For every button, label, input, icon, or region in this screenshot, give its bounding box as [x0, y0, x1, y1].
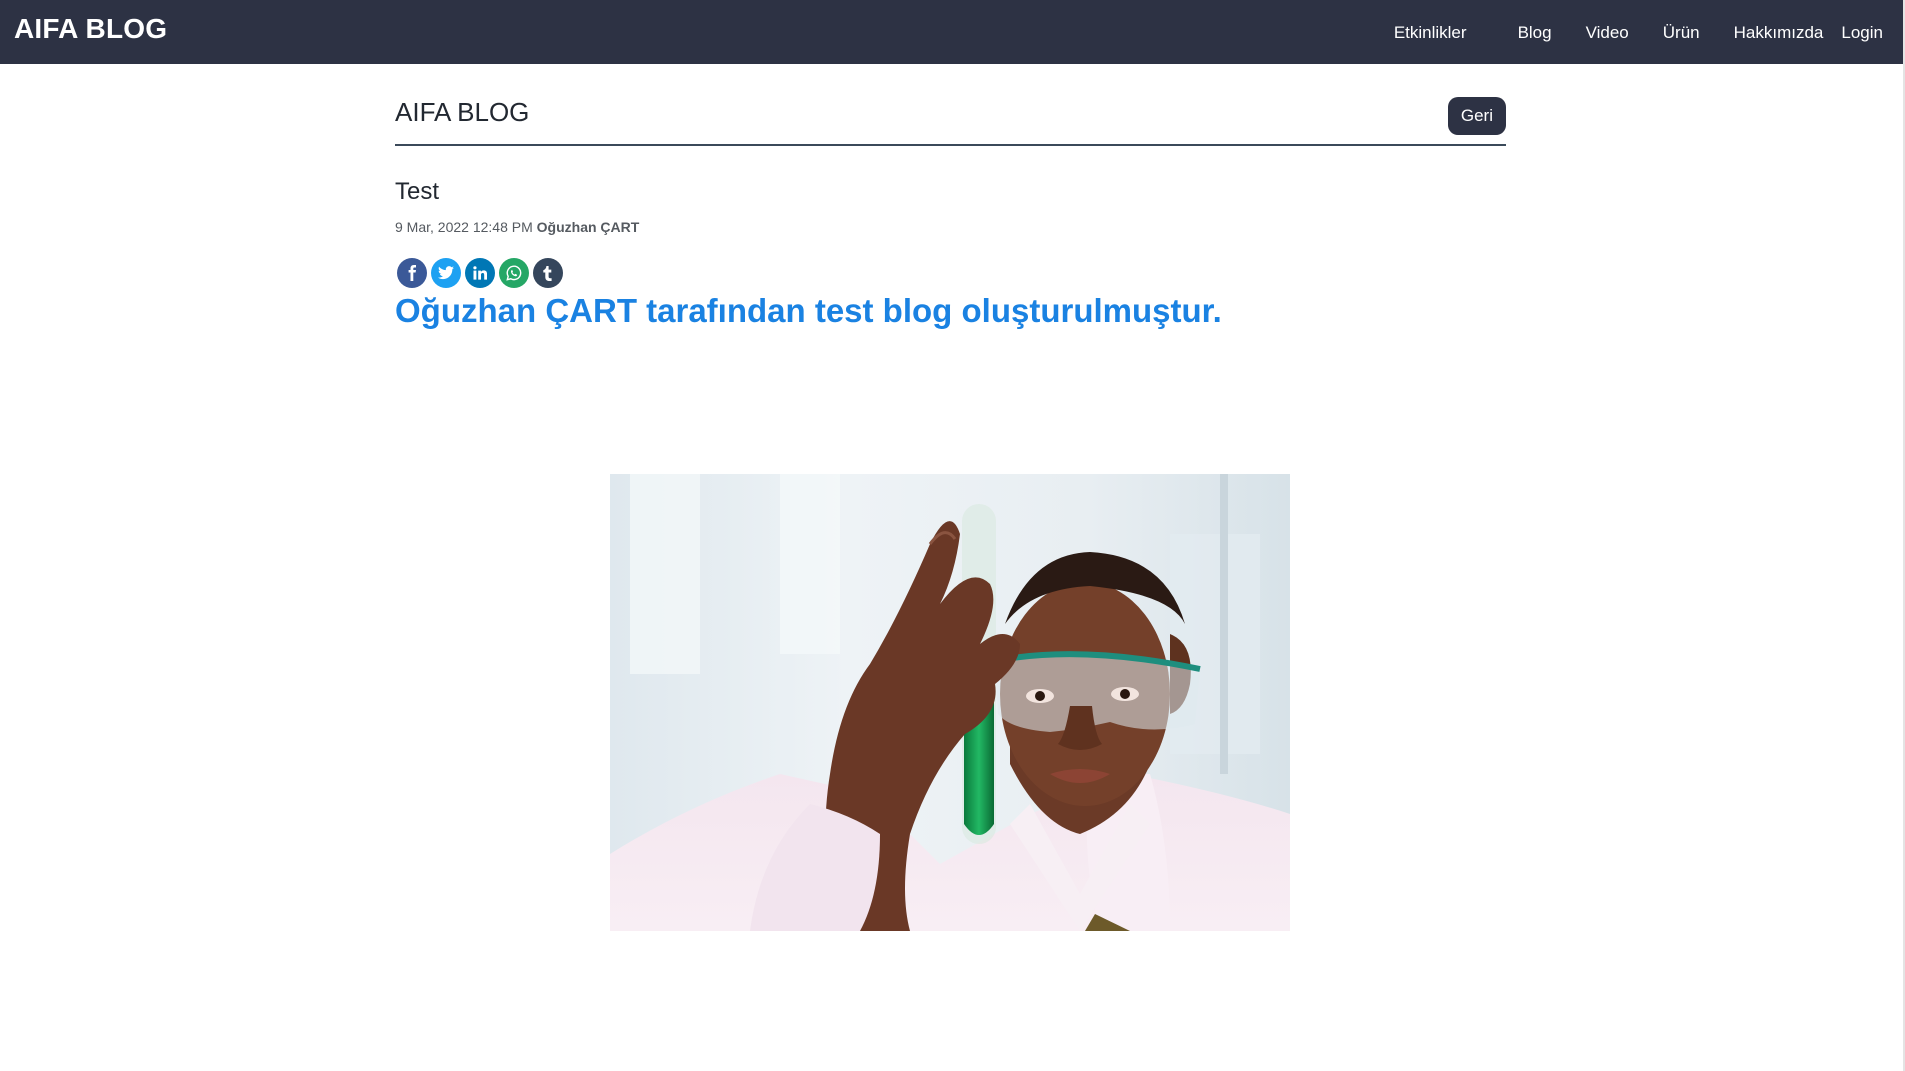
post-headline: Oğuzhan ÇART tarafından test blog oluştu… — [395, 292, 1222, 329]
nav-links: Etkinlikler Blog Video Ürün Hakkımızda L… — [1394, 0, 1883, 64]
scientist-illustration — [610, 474, 1290, 931]
linkedin-icon[interactable] — [465, 258, 495, 288]
back-button[interactable]: Geri — [1447, 97, 1506, 135]
post-author: Oğuzhan ÇART — [536, 219, 640, 235]
post-date: 9 Mar, 2022 12:48 PM — [395, 219, 533, 235]
nav-link-etkinlikler[interactable]: Etkinlikler — [1394, 23, 1467, 43]
share-buttons — [397, 258, 563, 288]
nav-link-blog[interactable]: Blog — [1518, 23, 1552, 43]
brand-logo[interactable]: AIFA BLOG — [14, 13, 167, 45]
post-meta: 9 Mar, 2022 12:48 PM Oğuzhan ÇART — [395, 219, 639, 235]
post-image — [610, 474, 1290, 931]
twitter-icon[interactable] — [431, 258, 461, 288]
facebook-icon[interactable] — [397, 258, 427, 288]
whatsapp-icon[interactable] — [499, 258, 529, 288]
post-title: Test — [395, 178, 440, 205]
tumblr-icon[interactable] — [533, 258, 563, 288]
nav-link-hakkimizda[interactable]: Hakkımızda — [1734, 23, 1824, 43]
main-content: AIFA BLOG Geri Test 9 Mar, 2022 12:48 PM… — [395, 64, 1506, 931]
nav-link-video[interactable]: Video — [1586, 23, 1629, 43]
nav-link-login[interactable]: Login — [1841, 23, 1883, 43]
top-navbar: AIFA BLOG Etkinlikler Blog Video Ürün Ha… — [0, 0, 1903, 64]
page-title: AIFA BLOG — [395, 97, 530, 127]
nav-link-urun[interactable]: Ürün — [1663, 23, 1700, 43]
page-header: AIFA BLOG Geri — [395, 64, 1506, 146]
